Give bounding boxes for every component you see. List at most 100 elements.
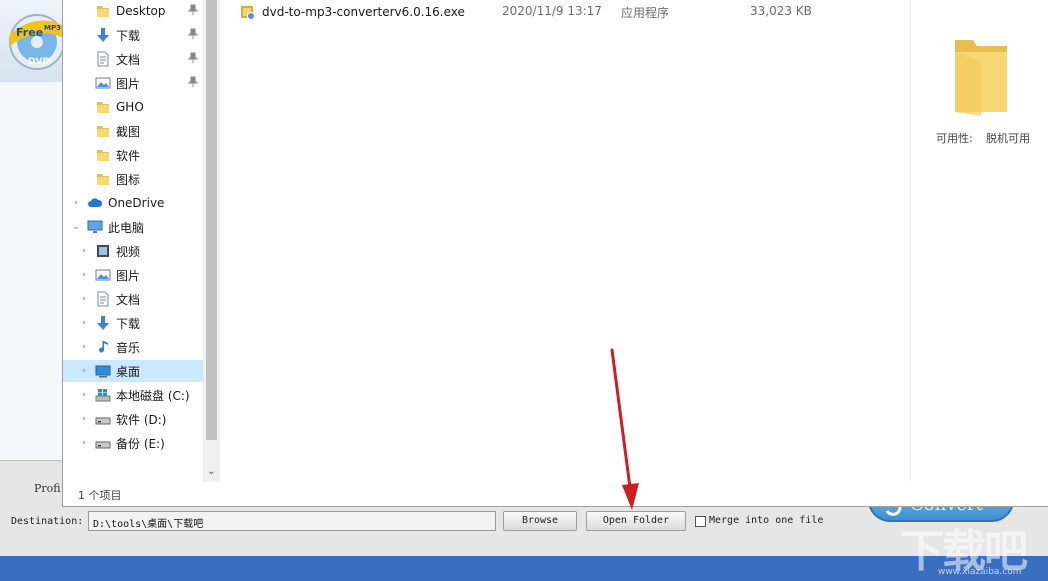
file-name: dvd-to-mp3-converterv6.0.16.exe: [262, 5, 465, 19]
nav-item-14[interactable]: › 音乐: [63, 336, 203, 358]
nav-item-15[interactable]: › 桌面: [63, 360, 203, 382]
drive-icon: [95, 435, 111, 451]
picture-icon: [95, 75, 111, 91]
nav-item-label: 下载: [116, 316, 141, 331]
chevron-right-icon[interactable]: ›: [71, 198, 81, 208]
nav-item-9[interactable]: ⌄ 此电脑: [63, 216, 203, 238]
windows-drive-icon: [95, 387, 111, 403]
nav-item-13[interactable]: › 下载: [63, 312, 203, 334]
nav-item-label: 本地磁盘 (C:): [116, 388, 190, 403]
chevron-right-icon[interactable]: ›: [79, 270, 89, 280]
folder-icon: [95, 99, 111, 115]
nav-scrollbar[interactable]: ⌄: [203, 0, 220, 482]
file-size: 33,023 KB: [750, 4, 812, 18]
svg-text:Free: Free: [16, 26, 43, 39]
nav-item-4[interactable]: GHO: [63, 96, 203, 118]
chevron-right-icon[interactable]: ›: [79, 390, 89, 400]
desktop-icon: [95, 363, 111, 379]
nav-item-label: 桌面: [116, 364, 141, 379]
preview-pane: 可用性: 脱机可用: [910, 0, 1048, 482]
nav-item-7[interactable]: 图标: [63, 168, 203, 190]
nav-item-label: 软件: [116, 148, 141, 163]
nav-item-5[interactable]: 截图: [63, 120, 203, 142]
installer-exe-icon: [241, 6, 255, 20]
free-dvd-mp3-logo-icon: Free MP3 DVD: [9, 14, 65, 70]
item-count: 1 个项目: [78, 489, 122, 502]
merge-label: Merge into one file: [709, 515, 824, 526]
nav-item-label: 截图: [116, 124, 141, 139]
red-annotation-arrow-icon: [610, 348, 639, 510]
chevron-right-icon[interactable]: ›: [79, 438, 89, 448]
document-icon: [95, 51, 111, 67]
nav-item-label: 文档: [116, 52, 141, 67]
nav-item-label: GHO: [116, 100, 144, 114]
nav-item-label: 软件 (D:): [116, 412, 167, 427]
chevron-right-icon[interactable]: ›: [79, 318, 89, 328]
music-icon: [95, 339, 111, 355]
nav-item-3[interactable]: 图片: [63, 72, 203, 94]
picture-icon: [95, 267, 111, 283]
pin-icon: [187, 76, 199, 88]
cloud-icon: [87, 195, 103, 211]
nav-item-12[interactable]: › 文档: [63, 288, 203, 310]
chevron-right-icon[interactable]: ›: [79, 246, 89, 256]
chevron-right-icon[interactable]: ›: [79, 414, 89, 424]
computer-icon: [87, 219, 103, 235]
chevron-right-icon[interactable]: ›: [79, 294, 89, 304]
video-icon: [95, 243, 111, 259]
file-dialog: Desktop 下载 文档 图片 GHO 截图 软件 图标 › OneDrive ⌄ 此电脑 › 视频 › 图…: [62, 0, 1048, 507]
merge-checkbox[interactable]: [695, 516, 706, 527]
nav-item-1[interactable]: 下载: [63, 24, 203, 46]
chevron-right-icon[interactable]: ›: [79, 366, 89, 376]
watermark: 下载吧 www.xiazaiba.com: [900, 515, 1048, 581]
nav-item-label: 下载: [116, 28, 141, 43]
pin-icon: [187, 52, 199, 64]
document-icon: [95, 291, 111, 307]
nav-item-11[interactable]: › 图片: [63, 264, 203, 286]
folder-icon: [95, 147, 111, 163]
app-left-panel: [0, 82, 64, 460]
download-icon: [95, 315, 111, 331]
nav-item-label: OneDrive: [108, 196, 165, 210]
svg-text:DVD: DVD: [28, 57, 50, 67]
chevron-right-icon[interactable]: ›: [79, 342, 89, 352]
nav-item-label: 音乐: [116, 340, 141, 355]
chevron-down-icon[interactable]: ⌄: [71, 222, 81, 232]
file-date: 2020/11/9 13:17: [502, 4, 602, 18]
app-status-bar: [0, 556, 1048, 581]
folder-icon: [95, 171, 111, 187]
nav-item-label: 备份 (E:): [116, 436, 165, 451]
nav-item-label: 图片: [116, 76, 141, 91]
nav-item-8[interactable]: › OneDrive: [63, 192, 203, 214]
nav-item-6[interactable]: 软件: [63, 144, 203, 166]
destination-label: Destination:: [11, 516, 84, 527]
nav-item-label: 图片: [116, 268, 141, 283]
download-icon: [95, 27, 111, 43]
folder-icon: [95, 3, 111, 19]
svg-text:MP3: MP3: [44, 24, 61, 32]
dialog-status-bar: 1 个项目: [63, 482, 1048, 506]
browse-button[interactable]: Browse: [503, 511, 577, 531]
folder-icon: [955, 40, 1007, 116]
nav-item-0[interactable]: Desktop: [63, 0, 203, 22]
nav-item-2[interactable]: 文档: [63, 48, 203, 70]
navigation-pane: Desktop 下载 文档 图片 GHO 截图 软件 图标 › OneDrive ⌄ 此电脑 › 视频 › 图…: [63, 0, 203, 482]
profile-label: Profi: [34, 482, 61, 495]
nav-scroll-thumb[interactable]: [206, 0, 217, 440]
nav-item-10[interactable]: › 视频: [63, 240, 203, 262]
nav-item-16[interactable]: › 本地磁盘 (C:): [63, 384, 203, 406]
availability-value: 脱机可用: [986, 132, 1030, 145]
nav-item-label: 文档: [116, 292, 141, 307]
nav-item-label: 视频: [116, 244, 141, 259]
file-row[interactable]: dvd-to-mp3-converterv6.0.16.exe: [240, 2, 465, 22]
pin-icon: [187, 28, 199, 40]
folder-icon: [95, 123, 111, 139]
file-list: dvd-to-mp3-converterv6.0.16.exe 2020/11/…: [220, 0, 910, 482]
nav-item-17[interactable]: › 软件 (D:): [63, 408, 203, 430]
drive-icon: [95, 411, 111, 427]
nav-item-18[interactable]: › 备份 (E:): [63, 432, 203, 454]
pin-icon: [187, 4, 199, 16]
destination-input[interactable]: D:\tools\桌面\下载吧: [88, 511, 496, 531]
watermark-url: www.xiazaiba.com: [938, 567, 1022, 577]
scroll-down-chevron-icon[interactable]: ⌄: [203, 464, 220, 480]
